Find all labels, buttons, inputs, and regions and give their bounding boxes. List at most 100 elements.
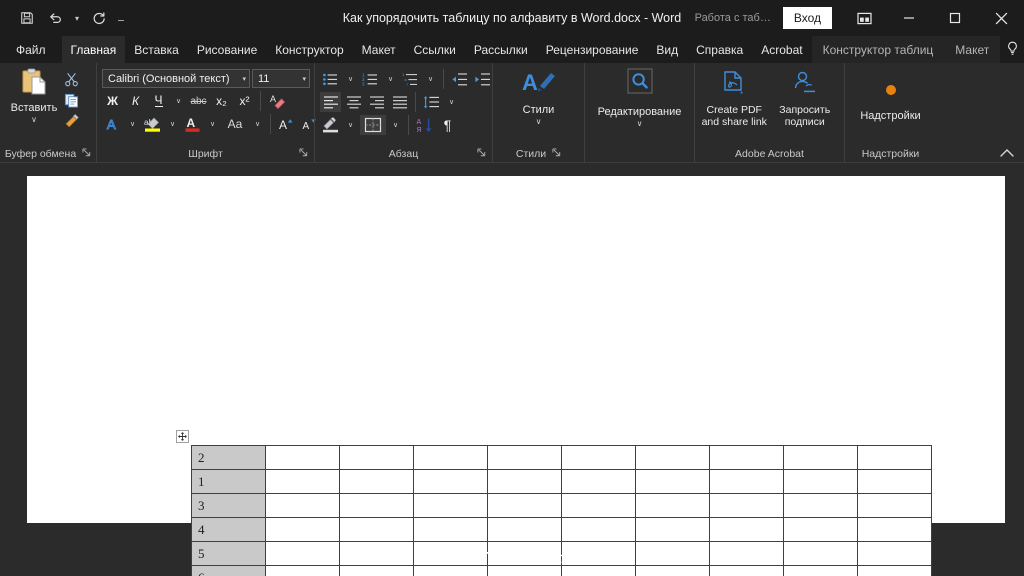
table-cell[interactable] [857, 469, 932, 494]
table-cell[interactable] [857, 517, 932, 542]
table-cell[interactable] [487, 445, 562, 470]
table-cell[interactable] [339, 445, 414, 470]
align-right-icon[interactable] [366, 92, 387, 112]
table-cell[interactable] [339, 493, 414, 518]
customize-qat-icon[interactable]: ⚊ [114, 5, 128, 31]
strikethrough-button[interactable]: abc [188, 91, 209, 111]
table-cell[interactable] [561, 469, 636, 494]
table-cell[interactable] [635, 469, 710, 494]
subscript-button[interactable]: x₂ [211, 91, 232, 111]
table-cell[interactable] [561, 493, 636, 518]
create-pdf-button[interactable]: Create PDF and share link [701, 68, 768, 128]
numbering-icon[interactable]: 123 [360, 69, 381, 89]
table-cell[interactable] [561, 445, 636, 470]
table-row[interactable]: 4 [191, 517, 932, 542]
align-left-icon[interactable] [320, 92, 341, 112]
increase-indent-icon[interactable] [472, 69, 493, 89]
undo-dropdown-icon[interactable]: ▾ [70, 5, 84, 31]
table-cell[interactable] [413, 493, 488, 518]
tab-layout[interactable]: Макет [353, 36, 405, 63]
table-cell[interactable] [413, 445, 488, 470]
change-case-button[interactable]: Aa [222, 114, 248, 134]
borders-icon[interactable] [360, 115, 386, 135]
paragraph-dialog-launcher-icon[interactable] [477, 148, 486, 159]
table-cell[interactable] [339, 469, 414, 494]
font-dialog-launcher-icon[interactable] [299, 148, 308, 159]
tell-me-box[interactable]: Помощн [1000, 41, 1024, 59]
font-size-input[interactable]: 11 ▾ [252, 69, 310, 88]
tab-home[interactable]: Главная [61, 36, 126, 63]
clipboard-dialog-launcher-icon[interactable] [82, 148, 91, 159]
addins-button[interactable]: Надстройки [851, 68, 930, 122]
table-cell[interactable] [265, 517, 340, 542]
justify-icon[interactable] [389, 92, 410, 112]
multilevel-list-icon[interactable]: 1ai [400, 69, 421, 89]
bullets-dropdown-icon[interactable]: ∨ [343, 69, 358, 89]
table-row[interactable]: 1 [191, 469, 932, 494]
tab-mailings[interactable]: Рассылки [465, 36, 537, 63]
decrease-indent-icon[interactable] [449, 69, 470, 89]
italic-button[interactable]: К [125, 91, 146, 111]
editing-button[interactable]: Редактирование ∨ [591, 68, 688, 128]
tab-draw[interactable]: Рисование [188, 36, 266, 63]
table-cell[interactable] [857, 445, 932, 470]
grow-font-icon[interactable]: A [276, 114, 297, 134]
line-spacing-dropdown-icon[interactable]: ∨ [444, 92, 459, 112]
chevron-down-icon[interactable]: ∨ [637, 119, 643, 128]
table-row[interactable]: 2 [191, 445, 932, 470]
line-spacing-icon[interactable] [421, 92, 442, 112]
table-cell-selected[interactable]: 1 [191, 469, 266, 494]
table-cell[interactable] [709, 469, 784, 494]
change-case-dropdown-icon[interactable]: ∨ [250, 114, 265, 134]
table-cell[interactable] [635, 517, 710, 542]
table-row[interactable]: 3 [191, 493, 932, 518]
table-cell[interactable] [783, 445, 858, 470]
table-cell[interactable] [413, 517, 488, 542]
text-highlight-icon[interactable]: ab [142, 114, 163, 134]
table-cell[interactable] [487, 493, 562, 518]
chevron-down-icon[interactable]: ∨ [536, 117, 542, 126]
maximize-button[interactable] [932, 0, 978, 36]
font-color-dropdown-icon[interactable]: ∨ [205, 114, 220, 134]
borders-dropdown-icon[interactable]: ∨ [388, 115, 403, 135]
chevron-down-icon[interactable]: ▾ [236, 75, 246, 83]
bold-button[interactable]: Ж [102, 91, 123, 111]
paste-button[interactable]: Вставить ∨ [8, 68, 60, 124]
table-cell[interactable] [265, 469, 340, 494]
table-cell[interactable] [265, 445, 340, 470]
table-cell[interactable] [635, 493, 710, 518]
clear-formatting-icon[interactable]: A [266, 91, 287, 111]
tab-design[interactable]: Конструктор [266, 36, 352, 63]
table-cell[interactable] [561, 517, 636, 542]
sort-icon[interactable]: AЯ [414, 115, 435, 135]
numbering-dropdown-icon[interactable]: ∨ [383, 69, 398, 89]
superscript-button[interactable]: x² [234, 91, 255, 111]
bullets-icon[interactable] [320, 69, 341, 89]
underline-dropdown-icon[interactable]: ∨ [171, 91, 186, 111]
tab-file[interactable]: Файл [0, 36, 62, 63]
sign-in-button[interactable]: Вход [782, 7, 832, 29]
table-cell[interactable] [783, 469, 858, 494]
save-icon[interactable] [14, 5, 40, 31]
font-name-input[interactable]: Calibri (Основной текст) ▾ [102, 69, 250, 88]
text-effects-dropdown-icon[interactable]: ∨ [125, 114, 140, 134]
undo-icon[interactable] [42, 5, 68, 31]
request-signatures-button[interactable]: Запросить подписи [772, 68, 839, 128]
cut-icon[interactable] [60, 70, 82, 88]
tab-acrobat[interactable]: Acrobat [752, 36, 811, 63]
underline-button[interactable]: Ч [148, 91, 169, 111]
tab-insert[interactable]: Вставка [125, 36, 188, 63]
table-cell-selected[interactable]: 3 [191, 493, 266, 518]
collapse-ribbon-icon[interactable] [1000, 63, 1024, 162]
copy-icon[interactable] [60, 91, 82, 109]
table-cell[interactable] [487, 517, 562, 542]
table-cell-selected[interactable]: 4 [191, 517, 266, 542]
font-color-icon[interactable]: A [182, 114, 203, 134]
styles-dialog-launcher-icon[interactable] [552, 148, 561, 159]
document-area[interactable]: 21345678 [0, 164, 1024, 576]
table-cell[interactable] [709, 517, 784, 542]
align-center-icon[interactable] [343, 92, 364, 112]
redo-icon[interactable] [86, 5, 112, 31]
shading-icon[interactable] [320, 115, 341, 135]
tab-table-design[interactable]: Конструктор таблиц [812, 36, 945, 63]
